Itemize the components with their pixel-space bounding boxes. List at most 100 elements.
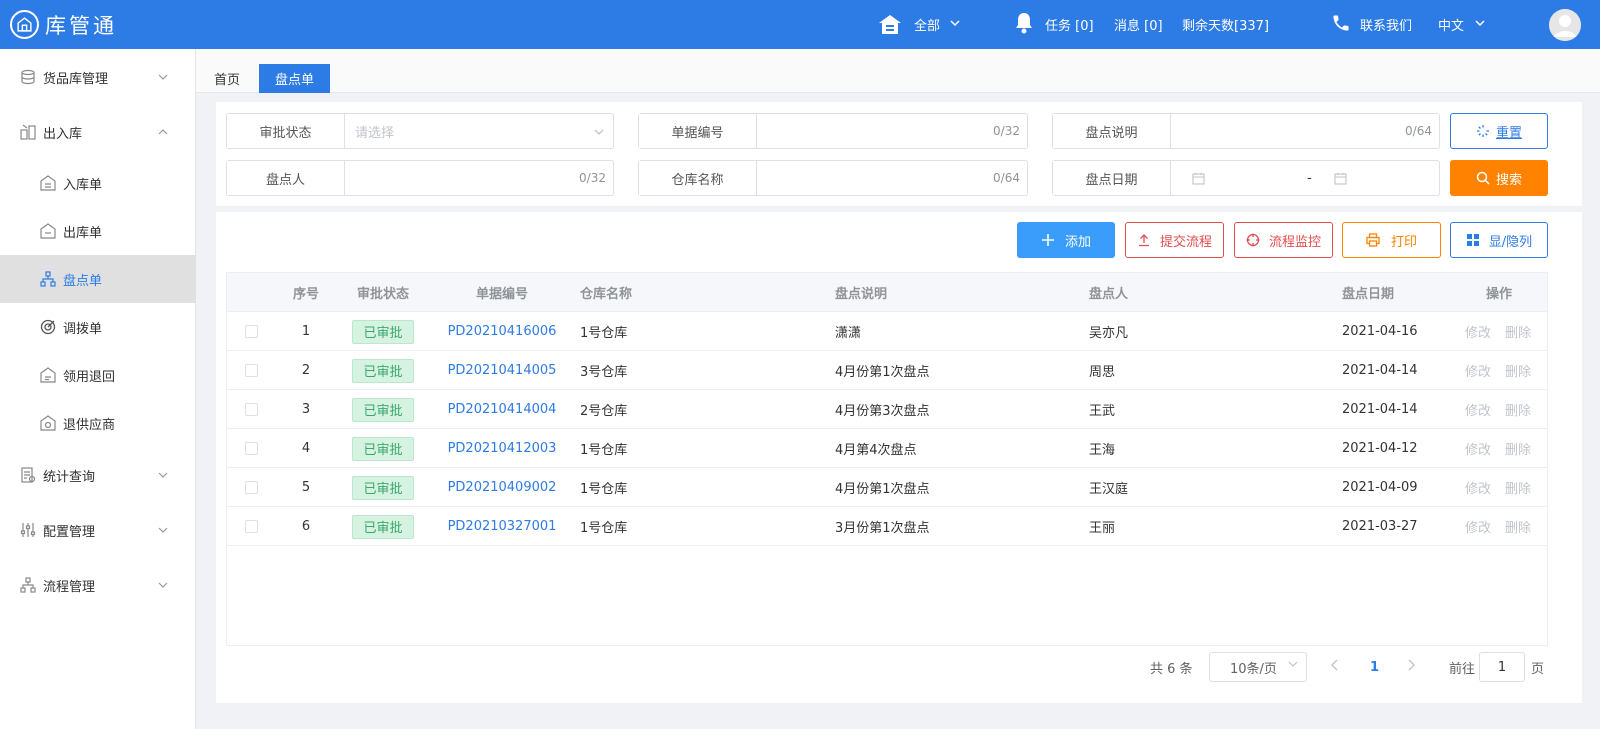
row-code-link[interactable]: PD20210414005 [437, 351, 567, 390]
reset-button[interactable]: 重置 [1450, 113, 1548, 149]
prev-page-button[interactable] [1330, 652, 1340, 682]
desc-filter: 盘点说明 0/64 [1052, 113, 1440, 149]
user-avatar[interactable] [1549, 9, 1581, 41]
transfer-icon [40, 319, 56, 335]
search-button[interactable]: 搜索 [1450, 160, 1548, 196]
table-row[interactable]: 5 已审批 PD20210409002 1号仓库 4月份第1次盘点 王汉庭 20… [227, 468, 1547, 507]
chevron-down-icon [158, 71, 168, 81]
page-size-select[interactable]: 10条/页 [1209, 652, 1307, 682]
row-date: 2021-03-27 [1342, 519, 1418, 534]
sidebar-item-label: 退供应商 [63, 417, 116, 433]
row-no: 2 [301, 363, 311, 378]
status-placeholder: 请选择 [355, 125, 395, 141]
row-edit-button[interactable]: 修改 [1465, 468, 1491, 507]
row-desc: 4月份第1次盘点 [835, 482, 930, 497]
col-header-desc: 盘点说明 [835, 287, 888, 302]
sidebar-item-config[interactable]: 配置管理 [0, 506, 196, 554]
tasks-link[interactable]: 任务 [0] [1014, 0, 1094, 49]
row-delete-button[interactable]: 删除 [1505, 390, 1531, 429]
row-code-link[interactable]: PD20210412003 [437, 429, 567, 468]
calendar-icon [1334, 172, 1347, 189]
date-range-input[interactable]: - [1171, 161, 1439, 195]
sidebar: 货品库管理 出入库 入库单 出库单 盘点单 调拨单 领用退回 退供应商 统计查询… [0, 49, 196, 729]
sidebar-item-return[interactable]: 领用退回 [0, 351, 196, 399]
person-char-count: 0/32 [579, 171, 606, 185]
row-code-link[interactable]: PD20210327001 [437, 507, 567, 546]
row-edit-button[interactable]: 修改 [1465, 351, 1491, 390]
row-edit-button[interactable]: 修改 [1465, 429, 1491, 468]
row-delete-button[interactable]: 删除 [1505, 468, 1531, 507]
page-size-label: 10条/页 [1230, 661, 1277, 677]
table-row[interactable]: 4 已审批 PD20210412003 1号仓库 4月第4次盘点 王海 2021… [227, 429, 1547, 468]
sidebar-item-goods[interactable]: 货品库管理 [0, 53, 196, 101]
sliders-icon [20, 522, 36, 538]
tab-stocktake[interactable]: 盘点单 [259, 64, 330, 93]
flow-icon [20, 577, 36, 593]
row-checkbox[interactable] [245, 468, 258, 507]
row-checkbox[interactable] [245, 429, 258, 468]
add-button[interactable]: 添加 [1017, 222, 1115, 258]
row-edit-button[interactable]: 修改 [1465, 312, 1491, 351]
col-header-status: 审批状态 [356, 287, 409, 302]
top-header: 库管通 全部 任务 [0] 消息 [0] 剩余天数[337] 联系我们 中文 [0, 0, 1600, 49]
row-edit-button[interactable]: 修改 [1465, 390, 1491, 429]
warehouse-selector[interactable]: 全部 [878, 0, 961, 49]
table-row[interactable]: 2 已审批 PD20210414005 3号仓库 4月份第1次盘点 周思 202… [227, 351, 1547, 390]
row-delete-button[interactable]: 删除 [1505, 507, 1531, 546]
table-row[interactable]: 1 已审批 PD20210416006 1号仓库 潇潇 吴亦凡 2021-04-… [227, 312, 1547, 351]
row-checkbox[interactable] [245, 312, 258, 351]
desc-input[interactable]: 0/64 [1171, 114, 1439, 148]
row-checkbox[interactable] [245, 351, 258, 390]
row-edit-button[interactable]: 修改 [1465, 507, 1491, 546]
next-page-button[interactable] [1406, 652, 1416, 682]
row-status: 已审批 [345, 351, 421, 390]
sidebar-item-stocktake[interactable]: 盘点单 [0, 255, 196, 303]
status-select[interactable]: 请选择 [345, 114, 613, 148]
table-row[interactable]: 6 已审批 PD20210327001 1号仓库 3月份第1次盘点 王丽 202… [227, 507, 1547, 546]
language-selector[interactable]: 中文 [1438, 0, 1486, 49]
chevron-up-icon [158, 126, 168, 136]
submit-flow-button[interactable]: 提交流程 [1125, 222, 1224, 258]
table-row[interactable]: 3 已审批 PD20210414004 2号仓库 4月份第3次盘点 王武 202… [227, 390, 1547, 429]
submit-flow-label: 提交流程 [1159, 234, 1212, 250]
monitor-flow-button[interactable]: 流程监控 [1234, 222, 1333, 258]
sidebar-item-inbound[interactable]: 入库单 [0, 159, 196, 207]
row-warehouse: 1号仓库 [580, 326, 628, 341]
row-code-link[interactable]: PD20210409002 [437, 468, 567, 507]
sidebar-item-inout[interactable]: 出入库 [0, 108, 196, 156]
code-input[interactable]: 0/32 [757, 114, 1027, 148]
chevron-down-icon [949, 17, 961, 33]
toggle-columns-button[interactable]: 显/隐列 [1450, 222, 1548, 258]
status-badge: 已审批 [352, 397, 414, 422]
row-delete-button[interactable]: 删除 [1505, 312, 1531, 351]
row-checkbox[interactable] [245, 390, 258, 429]
app-logo[interactable]: 库管通 [10, 10, 117, 40]
page-number-current[interactable]: 1 [1370, 652, 1379, 682]
sidebar-item-stats[interactable]: 统计查询 [0, 451, 196, 499]
row-code-link[interactable]: PD20210414004 [437, 390, 567, 429]
row-code-link[interactable]: PD20210416006 [437, 312, 567, 351]
reset-label: 重置 [1495, 125, 1522, 141]
row-delete-button[interactable]: 删除 [1505, 429, 1531, 468]
row-warehouse: 1号仓库 [580, 521, 628, 536]
warehouse-input[interactable]: 0/64 [757, 161, 1027, 195]
goto-page-input[interactable]: 1 [1479, 652, 1525, 682]
sidebar-item-supplier-return[interactable]: 退供应商 [0, 399, 196, 447]
days-left: 剩余天数[337] [1182, 0, 1269, 49]
row-delete-button[interactable]: 删除 [1505, 351, 1531, 390]
row-checkbox[interactable] [245, 507, 258, 546]
messages-link[interactable]: 消息 [0] [1114, 0, 1163, 49]
warehouse-out-icon [40, 223, 56, 239]
sidebar-item-flow[interactable]: 流程管理 [0, 561, 196, 609]
sidebar-item-label: 配置管理 [43, 524, 96, 540]
contact-link[interactable]: 联系我们 [1331, 0, 1412, 49]
contact-label: 联系我们 [1360, 19, 1413, 34]
sidebar-item-outbound[interactable]: 出库单 [0, 207, 196, 255]
tab-home[interactable]: 首页 [206, 64, 248, 93]
row-desc: 4月第4次盘点 [835, 443, 917, 458]
print-button[interactable]: 打印 [1342, 222, 1441, 258]
person-input[interactable]: 0/32 [345, 161, 613, 195]
sidebar-item-transfer[interactable]: 调拨单 [0, 303, 196, 351]
status-filter-label: 审批状态 [227, 114, 345, 148]
warehouse-in-icon [40, 175, 56, 191]
